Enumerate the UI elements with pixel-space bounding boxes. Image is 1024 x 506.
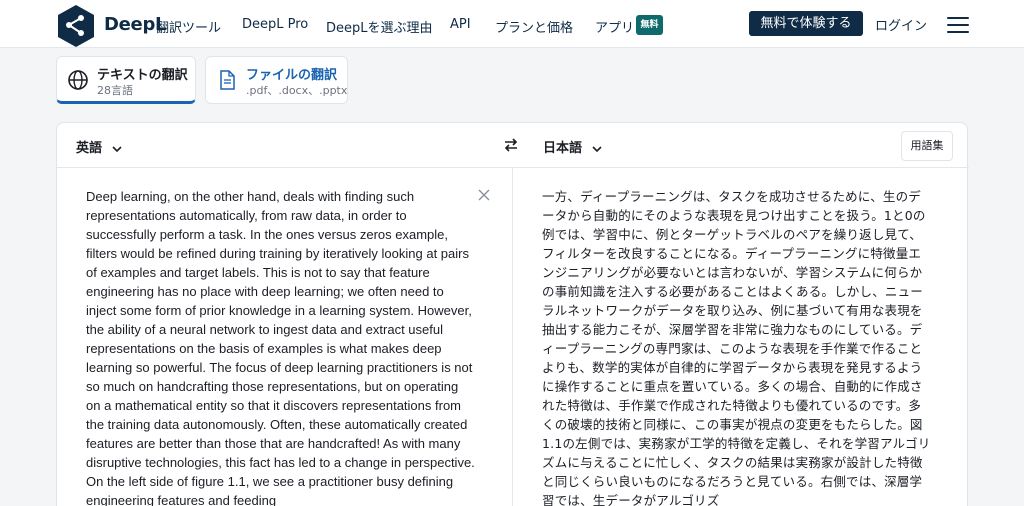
document-icon — [220, 70, 235, 90]
translation-output: 一方、ディープラーニングは、タスクを成功させるために、生のデータから自動的にその… — [542, 189, 931, 506]
pane-divider — [512, 168, 513, 506]
source-language-label: 英語 — [76, 141, 103, 156]
nav-translator[interactable]: 翻訳ツール — [156, 17, 221, 36]
nav-deepl-pro[interactable]: DeepL Pro — [242, 17, 308, 32]
free-trial-button[interactable]: 無料で体験する — [749, 11, 863, 36]
globe-icon — [68, 70, 88, 90]
glossary-button[interactable]: 用語集 — [901, 131, 953, 161]
source-text-input[interactable]: Deep learning, on the other hand, deals … — [86, 187, 476, 506]
tab-text-subtitle: 28言語 — [97, 84, 133, 97]
source-language-select[interactable]: 英語 — [76, 137, 123, 156]
language-bar: 英語 日本語 用語集 — [57, 123, 969, 168]
nav-why-deepl[interactable]: DeepLを選ぶ理由 — [326, 17, 433, 36]
apps-free-badge: 無料 — [636, 15, 663, 35]
tab-file-translation[interactable]: ファイルの翻訳 .pdf、.docx、.pptx — [205, 56, 348, 104]
tab-text-title: テキストの翻訳 — [97, 68, 188, 83]
target-language-label: 日本語 — [543, 141, 583, 156]
menu-icon[interactable] — [947, 17, 969, 33]
nav-pricing[interactable]: プランと価格 — [495, 17, 573, 36]
top-nav-bar: DeepL 翻訳ツール DeepL Pro DeepLを選ぶ理由 API プラン… — [0, 0, 1024, 48]
chevron-down-icon — [111, 145, 122, 152]
chevron-down-icon — [591, 145, 602, 152]
close-icon[interactable] — [478, 189, 490, 201]
nav-apps[interactable]: アプリ — [595, 17, 634, 36]
tab-file-subtitle: .pdf、.docx、.pptx — [246, 84, 348, 97]
swap-languages-icon[interactable] — [503, 137, 519, 153]
target-language-select[interactable]: 日本語 — [543, 137, 603, 156]
tab-text-translation[interactable]: テキストの翻訳 28言語 — [56, 56, 196, 104]
nav-api[interactable]: API — [450, 17, 471, 32]
login-link[interactable]: ログイン — [875, 15, 927, 34]
deepl-logo-icon[interactable] — [56, 4, 96, 48]
tab-file-title: ファイルの翻訳 — [246, 68, 338, 83]
translator-panel: 英語 日本語 用語集 Deep learning, on the other h… — [56, 122, 969, 506]
